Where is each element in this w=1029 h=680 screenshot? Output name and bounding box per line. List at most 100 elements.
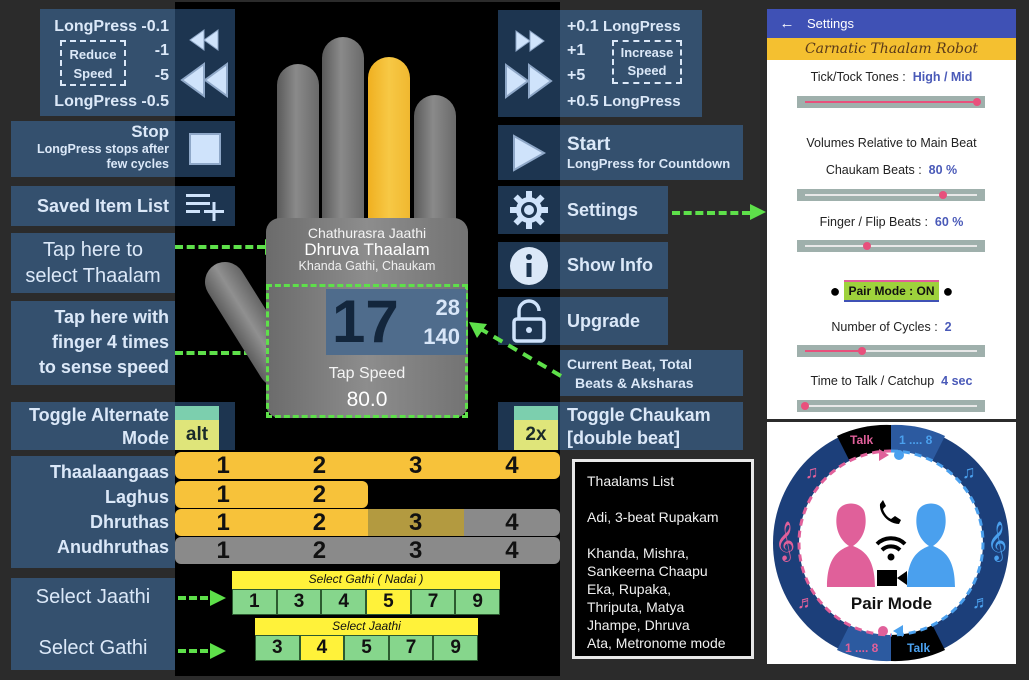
selector-option[interactable]: 7: [410, 589, 456, 615]
tick-tock-slider[interactable]: [797, 96, 985, 108]
selector-option[interactable]: 9: [433, 635, 478, 661]
finger-3-active[interactable]: [368, 57, 410, 224]
show-info-label: Show Info: [560, 242, 668, 289]
selector-option[interactable]: 9: [455, 589, 501, 615]
arrow-settings: [750, 204, 766, 220]
thaalams-list-panel: Thaalams List Adi, 3-beat Rupakam Khanda…: [572, 459, 754, 659]
saved-item-list-label: Saved Item List: [11, 186, 175, 226]
arrow-select-gathi: [210, 643, 226, 659]
jaathi-selector: 34579: [255, 635, 478, 661]
beat-cell: 1: [175, 509, 272, 536]
selector-option[interactable]: 4: [299, 635, 345, 661]
settings-screen: ← Settings Carnatic Thaalam Robot Tick/To…: [767, 9, 1016, 419]
step-minus-5: -5: [154, 67, 169, 84]
gathi-selector-title: Select Gathi ( Nadai ): [232, 571, 500, 589]
settings-title: Settings: [807, 16, 854, 31]
toggle-chaukam-area: 2x: [498, 402, 560, 450]
toggle-chaukam-label: Toggle Chaukam [double beat]: [560, 402, 743, 450]
selector-option[interactable]: 3: [276, 589, 322, 615]
thaalam-list-line: Khanda, Mishra,: [587, 545, 689, 561]
fast-forward-large-icon[interactable]: [503, 62, 555, 99]
reduce-speed-label-box: LongPress -0.1 Reduce Speed -1 -5 LongPr…: [40, 9, 175, 116]
toggle-chaukam-line-2: [double beat]: [567, 428, 680, 448]
beat-row-laghus: 12: [175, 481, 368, 508]
settings-label: Settings: [560, 186, 668, 234]
jaathi-selector-title: Select Jaathi: [255, 618, 478, 635]
fast-forward-small-icon[interactable]: [512, 29, 546, 53]
selector-option[interactable]: 7: [388, 635, 434, 661]
finger-4[interactable]: [414, 95, 456, 224]
alt-toggle[interactable]: alt: [175, 406, 219, 450]
selector-option[interactable]: 4: [321, 589, 367, 615]
finger-value: 60 %: [934, 215, 964, 229]
selector-option[interactable]: 5: [366, 589, 411, 615]
increase-speed-label: Speed: [627, 63, 667, 78]
tap-speed-line-3: to sense speed: [38, 357, 169, 377]
finger-label: Finger / Flip Beats :: [819, 215, 928, 229]
chaukam-value: 80 %: [928, 163, 958, 177]
plus-01-val: +0.1: [567, 18, 599, 35]
tick-tock-row: Tick/Tock Tones : High / Mid: [767, 70, 1016, 84]
pointer-line-settings: [672, 211, 750, 215]
saved-item-list-button[interactable]: [175, 186, 235, 226]
tick-tock-label: Tick/Tock Tones :: [810, 70, 906, 84]
chaukam-row: Chaukam Beats : 80 %: [767, 163, 1016, 177]
show-info-button[interactable]: [498, 242, 560, 289]
start-button[interactable]: [498, 125, 560, 180]
pair-mode-toggle[interactable]: Pair Mode : ON: [844, 280, 939, 302]
thaalam-list-line: Ata, Metronome mode: [587, 635, 726, 651]
back-arrow-icon[interactable]: ←: [767, 9, 807, 38]
finger-row: Finger / Flip Beats : 60 %: [767, 215, 1016, 229]
selector-option[interactable]: 5: [344, 635, 389, 661]
finger-2[interactable]: [322, 37, 364, 224]
tap-speed-line-1: Tap here with: [54, 307, 169, 327]
jaathi-line[interactable]: Chathurasra Jaathi: [266, 225, 468, 241]
rewind-buttons: [175, 9, 235, 116]
step-plus-5: +5: [567, 67, 586, 84]
beat-cell: 2: [271, 537, 368, 564]
talk-bottom-label: Talk: [907, 641, 931, 655]
beat-row-anudhruthas: 1234: [175, 537, 560, 564]
beat-cell: 1: [175, 452, 272, 479]
beat-cell: 4: [463, 452, 560, 479]
settings-app-bar: ← Settings: [767, 9, 1016, 38]
reduce-speed-box: Reduce Speed: [60, 40, 126, 86]
app-banner: Carnatic Thaalam Robot: [767, 38, 1016, 60]
stop-button[interactable]: [175, 121, 235, 177]
selector-option[interactable]: 3: [255, 635, 300, 661]
label-dhruthas: Dhruthas: [89, 512, 169, 532]
thaalams-list-title: Thaalams List: [587, 473, 675, 489]
finger-1[interactable]: [277, 64, 319, 224]
cycles-slider[interactable]: [797, 345, 985, 357]
thaalam-list-line: Sankeerna Chaapu: [587, 563, 708, 579]
stop-icon: [189, 133, 221, 165]
selector-option[interactable]: 1: [232, 589, 277, 615]
chaukam-label: 2x: [514, 420, 558, 450]
gathi-line[interactable]: Khanda Gathi, Chaukam: [266, 259, 468, 273]
total-beats: 28: [435, 295, 460, 320]
thaalam-name[interactable]: Dhruva Thaalam: [266, 241, 468, 259]
longpress-minus-05: LongPress -0.5: [54, 93, 169, 110]
speed-label: Speed: [73, 66, 113, 81]
selector-labels: Select Jaathi Select Gathi: [11, 578, 175, 670]
chaukam-toggle[interactable]: 2x: [514, 406, 558, 450]
chaukam-slider[interactable]: [797, 189, 985, 201]
talk-slider[interactable]: [797, 400, 985, 412]
reduce-label: Reduce: [69, 47, 117, 62]
plus-01-longpress: LongPress: [603, 18, 681, 35]
current-beat: 17: [332, 288, 399, 355]
gear-icon: [510, 191, 548, 229]
increase-speed-box: Increase Speed: [612, 40, 682, 84]
step-minus-1: -1: [154, 42, 169, 59]
tick-tock-value: High / Mid: [912, 70, 973, 84]
longpress-minus-01: LongPress -0.1: [54, 18, 169, 35]
settings-button[interactable]: [498, 186, 560, 234]
talk-row: Time to Talk / Catchup 4 sec: [767, 374, 1016, 388]
thaalam-list-line: Jhampe, Dhruva: [587, 617, 690, 633]
rewind-small-icon[interactable]: [188, 28, 222, 52]
step-plus-1: +1: [567, 42, 586, 59]
rewind-large-icon[interactable]: [179, 61, 231, 98]
pair-mode-ring: [773, 424, 1009, 662]
beat-cell: 3: [367, 509, 464, 536]
finger-slider[interactable]: [797, 240, 985, 252]
